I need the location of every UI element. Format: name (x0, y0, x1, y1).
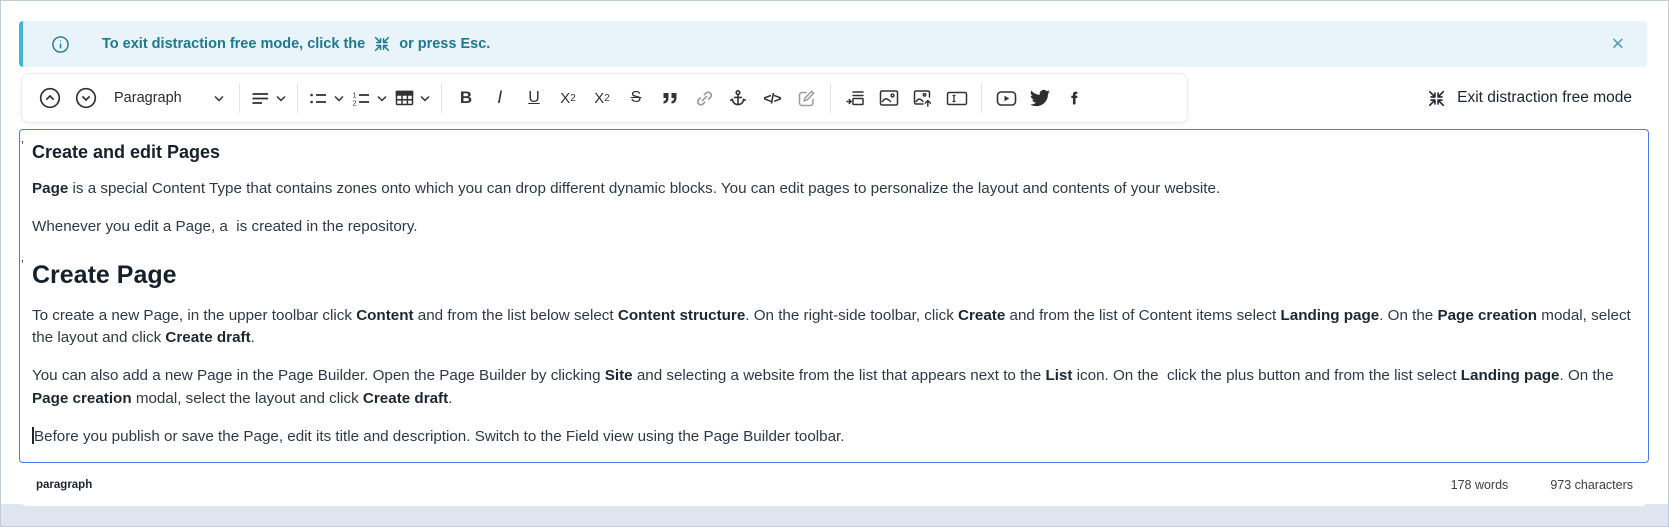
toolbar-separator (297, 83, 298, 113)
image-button[interactable] (872, 80, 906, 116)
paragraph-style-dropdown[interactable]: Paragraph (104, 80, 232, 116)
exit-distraction-free-button[interactable]: Exit distraction free mode (1421, 73, 1638, 123)
superscript-glyph: X (594, 90, 604, 107)
editor-paragraph: You can also add a new Page in the Page … (32, 365, 1634, 411)
facebook-button[interactable] (1057, 80, 1091, 116)
chevron-down-icon (334, 95, 344, 102)
chevron-down-icon (276, 95, 286, 102)
exit-distraction-free-label: Exit distraction free mode (1457, 89, 1632, 107)
youtube-button[interactable] (989, 80, 1023, 116)
paragraph-style-value: Paragraph (114, 90, 182, 106)
page-background-strip (1, 504, 1668, 526)
editor-heading: ’Create and edit Pages (32, 142, 1634, 163)
character-count: 973 characters (1550, 478, 1633, 492)
editor-paragraph: Whenever you edit a Page, a is created i… (32, 216, 1634, 239)
editor-paragraph: To create a new Page, in the upper toolb… (32, 305, 1634, 351)
editor-footer: paragraph 178 words 973 characters (19, 463, 1649, 506)
word-count-bar: 178 words 973 characters (1451, 478, 1633, 492)
editor-paragraph: Page is a special Content Type that cont… (32, 178, 1634, 201)
banner-text: To exit distraction free mode, click the… (102, 35, 490, 53)
heading-mark: ’ (21, 138, 24, 153)
toolbar-separator (441, 83, 442, 113)
toolbar-separator (830, 83, 831, 113)
word-count: 178 words (1451, 478, 1509, 492)
banner-text-suffix: or press Esc. (399, 36, 490, 52)
chevron-down-icon (420, 95, 430, 102)
align-left-button[interactable] (247, 80, 290, 116)
subscript-glyph: X (560, 90, 570, 107)
move-down-button[interactable] (68, 80, 104, 116)
move-up-button[interactable] (32, 80, 68, 116)
table-button[interactable] (391, 80, 434, 116)
editor-paragraph: Before you publish or save the Page, edi… (32, 426, 1634, 449)
blockquote-button[interactable] (653, 80, 687, 116)
exit-hint-banner: To exit distraction free mode, click the… (19, 21, 1647, 67)
underline-button[interactable]: U (517, 80, 551, 116)
bold-button[interactable]: B (449, 80, 483, 116)
anchor-button[interactable] (721, 80, 755, 116)
italic-button[interactable]: I (483, 80, 517, 116)
collapse-icon (1427, 89, 1446, 108)
editor-content[interactable]: ’Create and edit Pages Page is a special … (19, 129, 1649, 463)
info-icon (51, 35, 70, 54)
svg-text:2: 2 (353, 98, 357, 107)
distraction-free-editor: To exit distraction free mode, click the… (0, 0, 1669, 527)
heading-mark: ’ (21, 257, 24, 272)
editor-toolbar: Paragraph 12 B I U X2 X2 S (21, 73, 1188, 123)
code-button[interactable]: </> (755, 80, 789, 116)
collapse-icon (373, 35, 391, 53)
element-path-breadcrumb[interactable]: paragraph (36, 479, 92, 491)
superscript-button[interactable]: X2 (585, 80, 619, 116)
close-icon[interactable]: ✕ (1607, 32, 1629, 57)
superscript-small: 2 (604, 93, 610, 104)
chevron-down-icon (377, 95, 387, 102)
edit-source-button[interactable] (789, 80, 823, 116)
subscript-button[interactable]: X2 (551, 80, 585, 116)
twitter-button[interactable] (1023, 80, 1057, 116)
insert-block-button[interactable] (838, 80, 872, 116)
field-button[interactable] (940, 80, 974, 116)
strikethrough-button[interactable]: S (619, 80, 653, 116)
editor-heading: ’Create Page (32, 261, 1634, 290)
subscript-small: 2 (570, 93, 576, 104)
numbered-list-button[interactable]: 12 (348, 80, 391, 116)
link-button[interactable] (687, 80, 721, 116)
toolbar-separator (239, 83, 240, 113)
banner-text-prefix: To exit distraction free mode, click the (102, 36, 365, 52)
bulleted-list-button[interactable] (305, 80, 348, 116)
toolbar-separator (981, 83, 982, 113)
image-upload-button[interactable] (906, 80, 940, 116)
chevron-down-icon (214, 95, 224, 102)
